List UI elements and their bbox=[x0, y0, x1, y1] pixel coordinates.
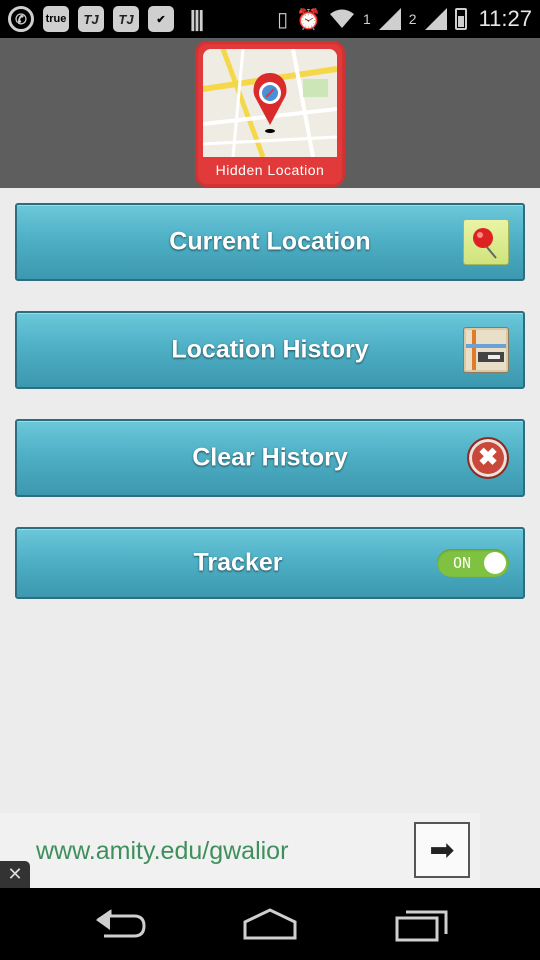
button-label: Location History bbox=[171, 335, 369, 364]
map-book-icon bbox=[463, 327, 509, 373]
current-location-button[interactable]: Current Location bbox=[15, 203, 525, 281]
clock: 11:27 bbox=[478, 6, 532, 31]
sim2-label: 2 bbox=[408, 11, 417, 27]
map-pin-logo-icon bbox=[203, 49, 337, 157]
app-name: Hidden Location bbox=[215, 162, 325, 178]
tj-icon: TJ bbox=[78, 6, 104, 32]
recents-icon[interactable] bbox=[394, 906, 450, 942]
app-header: Hidden Location bbox=[0, 38, 540, 188]
button-label: Clear History bbox=[192, 443, 348, 472]
check-icon: ✔ bbox=[148, 6, 174, 32]
system-icons: ▯ ⏰ 1 2 11:27 bbox=[277, 6, 532, 32]
back-icon[interactable] bbox=[92, 906, 148, 942]
clear-history-button[interactable]: Clear History ✖ bbox=[15, 419, 525, 497]
alarm-icon: ⏰ bbox=[296, 8, 321, 31]
tracker-button[interactable]: Tracker ON bbox=[15, 527, 525, 599]
navigation-bar bbox=[0, 888, 540, 960]
wifi-icon bbox=[329, 9, 354, 28]
battery-charging-icon bbox=[454, 8, 467, 30]
app-logo: Hidden Location bbox=[195, 41, 345, 187]
home-icon[interactable] bbox=[242, 906, 298, 942]
ad-link-text[interactable]: www.amity.edu/gwalior bbox=[36, 837, 288, 866]
tracker-toggle[interactable]: ON bbox=[437, 549, 509, 577]
barcode-icon: ||| bbox=[189, 6, 204, 31]
pushpin-icon bbox=[463, 219, 509, 265]
toggle-knob bbox=[484, 552, 506, 574]
notification-icons: ✆ true TJ TJ ✔ ||| bbox=[8, 6, 209, 32]
location-history-button[interactable]: Location History bbox=[15, 311, 525, 389]
toggle-state-label: ON bbox=[453, 554, 472, 572]
arrow-right-icon[interactable]: ➡ bbox=[414, 822, 470, 878]
ad-banner[interactable]: www.amity.edu/gwalior ➡ bbox=[0, 813, 480, 888]
signal-icon bbox=[378, 8, 401, 30]
status-bar: ✆ true TJ TJ ✔ ||| ▯ ⏰ 1 2 11:27 bbox=[0, 0, 540, 38]
vibrate-icon: ▯ bbox=[277, 8, 289, 31]
signal-icon bbox=[424, 8, 447, 30]
tj-icon: TJ bbox=[113, 6, 139, 32]
close-circle-icon: ✖ bbox=[467, 437, 509, 479]
ad-side-area bbox=[480, 813, 540, 888]
close-icon[interactable]: ✕ bbox=[0, 861, 30, 888]
sim1-label: 1 bbox=[362, 11, 371, 27]
whatsapp-icon: ✆ bbox=[8, 6, 34, 32]
true-icon: true bbox=[43, 6, 69, 32]
button-label: Current Location bbox=[169, 227, 371, 256]
